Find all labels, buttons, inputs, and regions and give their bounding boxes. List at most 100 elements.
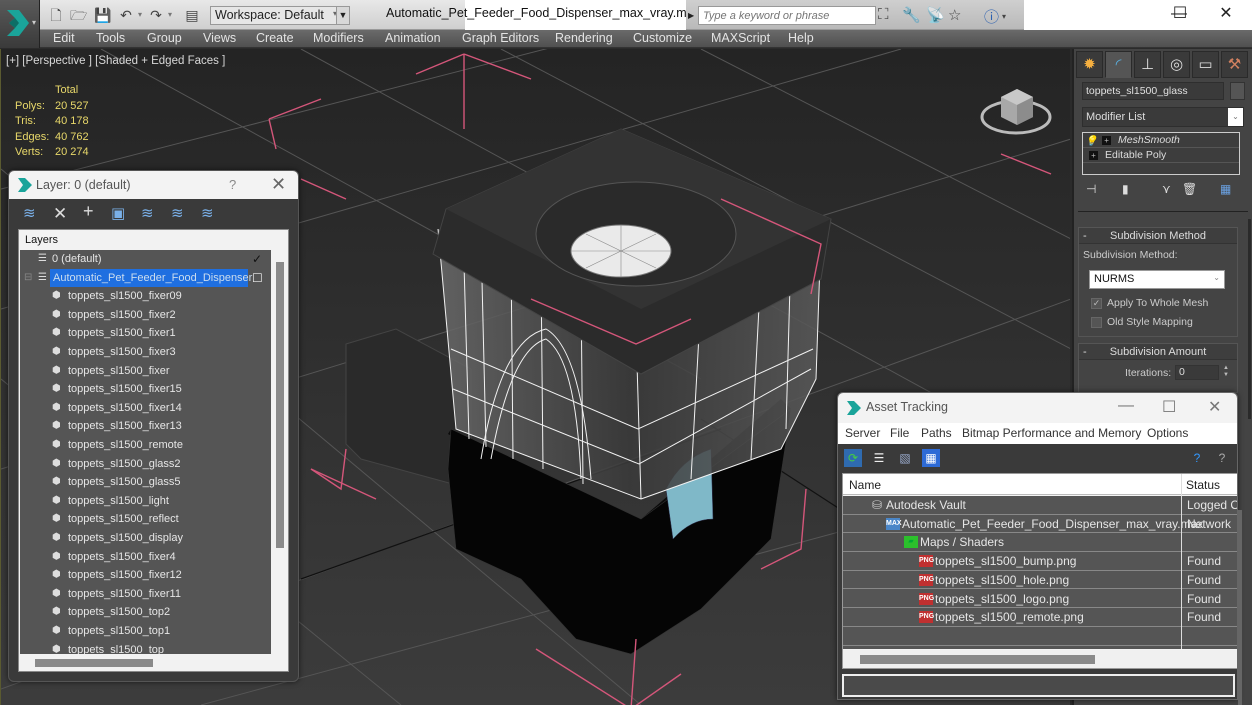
asset-row-bump[interactable]: PNG toppets_sl1500_bump.png Found [843, 552, 1237, 571]
scrollbar-thumb[interactable] [860, 655, 1095, 664]
tab-create[interactable]: ✹ [1076, 51, 1103, 78]
new-layer-icon[interactable]: ≋ [23, 204, 36, 222]
layer-object-row[interactable]: ⬢ toppets_sl1500_fixer09 [20, 287, 271, 306]
layer-object-row[interactable]: ⬢ toppets_sl1500_light [20, 492, 271, 511]
old-style-mapping-checkbox[interactable] [1091, 317, 1102, 328]
layer-list-horizontal-scrollbar[interactable] [20, 654, 271, 671]
layer-object-row[interactable]: ⬢ toppets_sl1500_fixer4 [20, 548, 271, 567]
redo-dropdown-icon[interactable]: ▾ [168, 10, 172, 19]
asset-row-maps-shaders[interactable]: ▰ Maps / Shaders [843, 533, 1237, 553]
iterations-spinner[interactable]: 0 [1175, 365, 1219, 380]
layer-object-row[interactable]: ⬢ toppets_sl1500_top [20, 641, 271, 654]
hide-unhide-all-icon[interactable]: ≋ [201, 204, 214, 222]
menu-create[interactable]: Create [256, 31, 294, 45]
object-name-field[interactable]: toppets_sl1500_glass [1082, 82, 1224, 100]
menu-animation[interactable]: Animation [385, 31, 441, 45]
tab-modify[interactable]: ◜ [1105, 51, 1132, 78]
binoculars-icon[interactable]: ⛶ [878, 6, 889, 23]
workspace-dropdown[interactable]: Workspace: Default ▾ [210, 6, 342, 25]
spinner-arrows-icon[interactable]: ▲ ▼ [1221, 365, 1231, 380]
layer-object-row[interactable]: ⬢ toppets_sl1500_glass2 [20, 455, 271, 474]
layer-object-row[interactable]: ⬢ toppets_sl1500_top1 [20, 622, 271, 641]
expand-icon[interactable]: + [1089, 151, 1098, 160]
column-status[interactable]: Status [1186, 478, 1220, 492]
list-view-icon[interactable]: ☰ [870, 449, 888, 467]
menu-file[interactable]: File [890, 426, 909, 440]
menu-maxscript[interactable]: MAXScript [711, 31, 770, 45]
layer-object-row[interactable]: ⬢ toppets_sl1500_fixer2 [20, 306, 271, 325]
help-icon[interactable]: ? [1188, 449, 1206, 467]
maximize-button[interactable]: ☐ [1162, 397, 1176, 417]
workspace-menu-button[interactable]: ▼ [336, 6, 350, 25]
context-help-icon[interactable]: ? [1213, 449, 1231, 467]
layers-column-header[interactable]: Layers [19, 230, 288, 250]
tab-motion[interactable]: ◎ [1163, 51, 1190, 78]
save-icon[interactable]: 💾 [94, 7, 111, 23]
new-file-icon[interactable]: 🗋 [48, 7, 64, 23]
asset-horizontal-scrollbar[interactable] [843, 650, 1237, 668]
set-current-layer-icon[interactable]: ≋ [171, 204, 184, 222]
layer-row-automatic-pet-feeder[interactable]: ⊟ ☰ Automatic_Pet_Feeder_Food_Dispenser … [20, 268, 271, 288]
select-objects-icon[interactable]: ▣ [111, 204, 125, 222]
rollout-header[interactable]: - Subdivision Amount [1079, 344, 1237, 360]
help-icon[interactable]: ⓘ [984, 6, 999, 27]
open-file-icon[interactable]: 🗁 [70, 7, 87, 23]
viewcube-icon[interactable] [979, 79, 1054, 141]
table-view-icon[interactable]: ▦ [922, 449, 940, 467]
layer-object-row[interactable]: ⬢ toppets_sl1500_fixer3 [20, 343, 271, 362]
viewport-label[interactable]: [+] [Perspective ] [Shaded + Edged Faces… [6, 55, 225, 67]
dialog-title-bar[interactable]: Layer: 0 (default) ? ✕ [9, 171, 298, 199]
add-to-layer-icon[interactable]: + [83, 201, 94, 222]
active-layer-check-icon[interactable]: ✓ [252, 250, 262, 268]
tab-display[interactable]: ▭ [1192, 51, 1219, 78]
layer-object-row[interactable]: ⬢ toppets_sl1500_top2 [20, 603, 271, 622]
undo-icon[interactable]: ↶ [118, 7, 134, 23]
asset-row-hole[interactable]: PNG toppets_sl1500_hole.png Found [843, 571, 1237, 590]
scrollbar-thumb[interactable] [35, 659, 153, 667]
delete-layer-icon[interactable]: ✕ [53, 204, 67, 224]
select-layer-icon[interactable]: ≋ [141, 204, 154, 222]
show-end-result-icon[interactable]: ▮ [1122, 182, 1129, 196]
lightbulb-icon[interactable]: 💡 [1085, 134, 1097, 149]
object-color-swatch[interactable] [1230, 82, 1245, 100]
collapse-icon[interactable]: ⊟ [24, 269, 32, 287]
asset-path-field[interactable] [842, 674, 1235, 697]
dialog-title-bar[interactable]: Asset Tracking — ☐ ✕ [838, 393, 1237, 423]
asset-row-vault[interactable]: ⛁ Autodesk Vault Logged Out [843, 496, 1237, 515]
menu-help[interactable]: Help [788, 31, 814, 45]
stack-item-editable-poly[interactable]: + Editable Poly [1083, 148, 1239, 163]
menu-tools[interactable]: Tools [96, 31, 125, 45]
layer-object-row[interactable]: ⬢ toppets_sl1500_fixer [20, 362, 271, 381]
menu-group[interactable]: Group [147, 31, 182, 45]
stack-item-meshsmooth[interactable]: 💡 + MeshSmooth [1083, 133, 1239, 148]
menu-bitmap-performance[interactable]: Bitmap Performance and Memory [962, 426, 1141, 440]
modifier-list-dropdown[interactable]: Modifier List ⌄ [1082, 107, 1244, 127]
menu-options[interactable]: Options [1147, 426, 1188, 440]
expand-icon[interactable]: + [1102, 136, 1111, 145]
configure-modifier-sets-icon[interactable]: ▦ [1220, 182, 1231, 196]
close-button[interactable]: ✕ [1203, 4, 1249, 26]
remove-modifier-icon[interactable]: 🗑 [1182, 182, 1197, 196]
menu-server[interactable]: Server [845, 426, 880, 440]
star-icon[interactable]: ☆ [948, 6, 961, 24]
project-folder-icon[interactable]: ▤ [184, 7, 200, 23]
scrollbar-thumb[interactable] [276, 262, 284, 548]
column-name[interactable]: Name [849, 478, 881, 492]
expand-arrow-icon[interactable]: ▶ [688, 11, 694, 20]
menu-paths[interactable]: Paths [921, 426, 952, 440]
menu-graph-editors[interactable]: Graph Editors [462, 31, 539, 45]
menu-views[interactable]: Views [203, 31, 236, 45]
layer-object-row[interactable]: ⬢ toppets_sl1500_fixer14 [20, 399, 271, 418]
layer-object-row[interactable]: ⬢ toppets_sl1500_fixer11 [20, 585, 271, 604]
refresh-icon[interactable]: ⟳ [844, 449, 862, 467]
undo-dropdown-icon[interactable]: ▾ [138, 10, 142, 19]
application-menu-button[interactable]: ▾ [0, 0, 40, 48]
menu-rendering[interactable]: Rendering [555, 31, 613, 45]
layer-object-row[interactable]: ⬢ toppets_sl1500_fixer12 [20, 566, 271, 585]
redo-icon[interactable]: ↷ [148, 7, 164, 23]
pin-stack-icon[interactable]: ⊣ [1086, 182, 1096, 196]
asset-row-max-file[interactable]: MAX Automatic_Pet_Feeder_Food_Dispenser_… [843, 515, 1237, 534]
layer-object-row[interactable]: ⬢ toppets_sl1500_fixer15 [20, 380, 271, 399]
menu-customize[interactable]: Customize [633, 31, 692, 45]
layer-list-vertical-scrollbar[interactable] [272, 250, 288, 654]
